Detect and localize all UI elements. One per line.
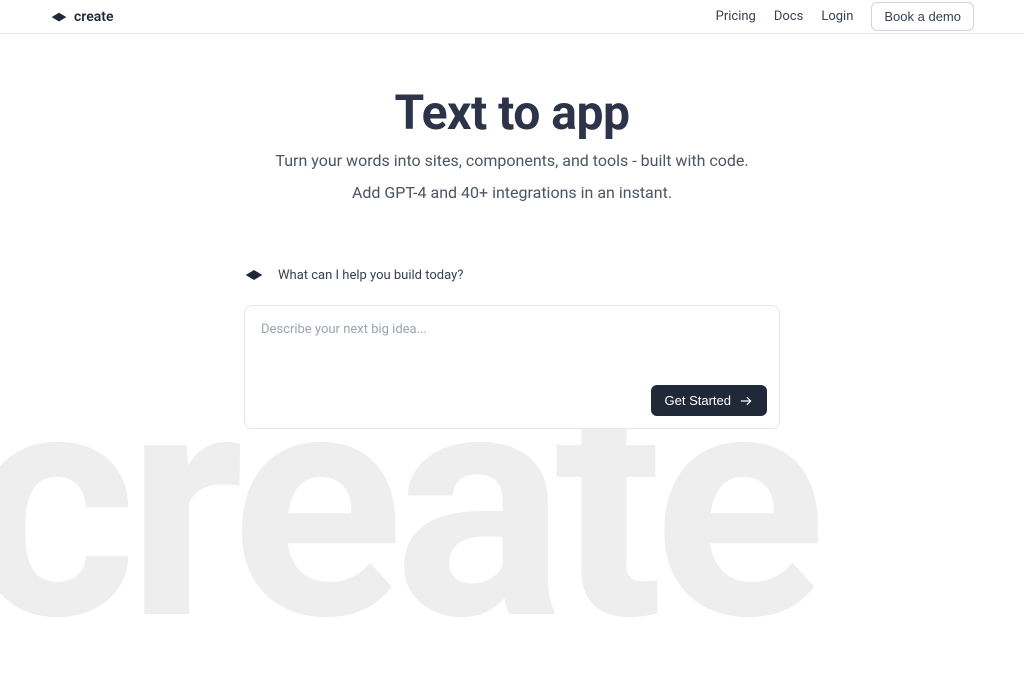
hero-subtitle-1: Turn your words into sites, components, …	[0, 149, 1024, 173]
nav: Pricing Docs Login Book a demo	[716, 2, 974, 31]
get-started-label: Get Started	[665, 393, 731, 408]
idea-input[interactable]	[261, 322, 763, 382]
nav-login[interactable]: Login	[821, 9, 853, 24]
arrow-right-icon	[739, 394, 753, 408]
hero-subtitle-2: Add GPT-4 and 40+ integrations in an ins…	[0, 181, 1024, 205]
input-card: Get Started	[244, 305, 780, 429]
prompt-logo-icon	[244, 265, 264, 285]
prompt-header: What can I help you build today?	[244, 265, 780, 285]
header: create Pricing Docs Login Book a demo	[0, 0, 1024, 34]
hero-title: Text to app	[0, 84, 1024, 141]
get-started-button[interactable]: Get Started	[651, 385, 767, 416]
logo-text: create	[74, 9, 114, 25]
nav-pricing[interactable]: Pricing	[716, 9, 756, 24]
book-demo-button[interactable]: Book a demo	[871, 2, 974, 31]
prompt-section: What can I help you build today? Get Sta…	[244, 265, 780, 429]
nav-docs[interactable]: Docs	[774, 9, 803, 24]
logo[interactable]: create	[50, 8, 114, 26]
logo-icon	[50, 8, 68, 26]
hero: Text to app Turn your words into sites, …	[0, 84, 1024, 205]
prompt-label: What can I help you build today?	[278, 268, 463, 283]
